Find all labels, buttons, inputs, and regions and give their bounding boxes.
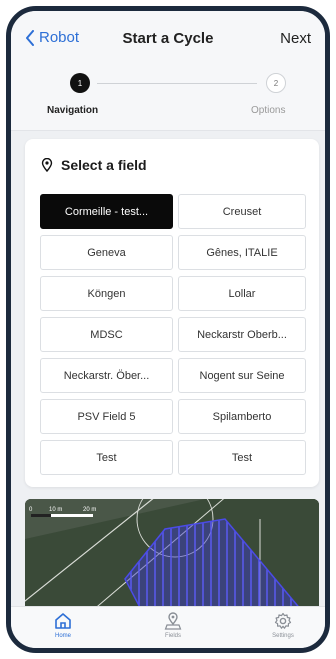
gear-icon [274, 612, 292, 629]
map-scale-label: 0 [29, 507, 33, 513]
field-option[interactable]: Creuset [178, 194, 306, 229]
field-grid: Cormeille - test... Creuset Geneva Gênes… [40, 194, 306, 475]
nav-header: Robot Start a Cycle Next [11, 11, 325, 67]
field-option[interactable]: Neckarstr. Öber... [40, 358, 173, 393]
field-option[interactable]: MDSC [40, 317, 173, 352]
home-icon [55, 613, 71, 629]
field-option[interactable]: Gênes, ITALIE [178, 235, 306, 270]
satellite-map-image [25, 499, 319, 617]
field-option[interactable]: Lollar [178, 276, 306, 311]
map-scale-label: 20 m [83, 507, 97, 513]
tab-home-label: Home [54, 633, 71, 639]
field-map[interactable]: 0 10 m 20 m [25, 499, 319, 617]
tab-settings-label: Settings [272, 633, 294, 639]
fields-pin-icon [164, 612, 182, 630]
bottom-tab-bar: Home Fields Settings [11, 606, 325, 648]
field-option[interactable]: Köngen [40, 276, 173, 311]
field-option[interactable]: Cormeille - test... [40, 194, 173, 229]
field-option[interactable]: Nogent sur Seine [178, 358, 306, 393]
step-1-label: Navigation [47, 105, 99, 116]
field-option[interactable]: PSV Field 5 [40, 399, 173, 434]
field-option[interactable]: Spilamberto [178, 399, 306, 434]
tab-home[interactable]: Home [33, 612, 93, 639]
phone-frame: Robot Start a Cycle Next 1 2 Navigation … [6, 6, 330, 653]
field-select-card: Select a field Cormeille - test... Creus… [25, 139, 319, 487]
field-option[interactable]: Test [178, 440, 306, 475]
tab-settings[interactable]: Settings [253, 612, 313, 639]
field-option[interactable]: Neckarstr Oberb... [178, 317, 306, 352]
field-select-header: Select a field [41, 157, 147, 173]
step-1-circle[interactable]: 1 [70, 73, 90, 93]
step-connector [97, 83, 257, 84]
screen: Robot Start a Cycle Next 1 2 Navigation … [11, 11, 325, 648]
location-pin-icon [41, 158, 53, 172]
next-button[interactable]: Next [280, 30, 311, 47]
field-option[interactable]: Test [40, 440, 173, 475]
step-indicator: 1 2 Navigation Options [11, 67, 325, 131]
field-select-title: Select a field [61, 157, 147, 173]
tab-fields[interactable]: Fields [143, 612, 203, 639]
step-2-circle[interactable]: 2 [266, 73, 286, 93]
step-2-label: Options [251, 105, 286, 116]
page-title: Start a Cycle [122, 30, 214, 47]
tab-fields-label: Fields [164, 633, 181, 639]
field-option[interactable]: Geneva [40, 235, 173, 270]
map-scale-label: 10 m [49, 507, 63, 513]
